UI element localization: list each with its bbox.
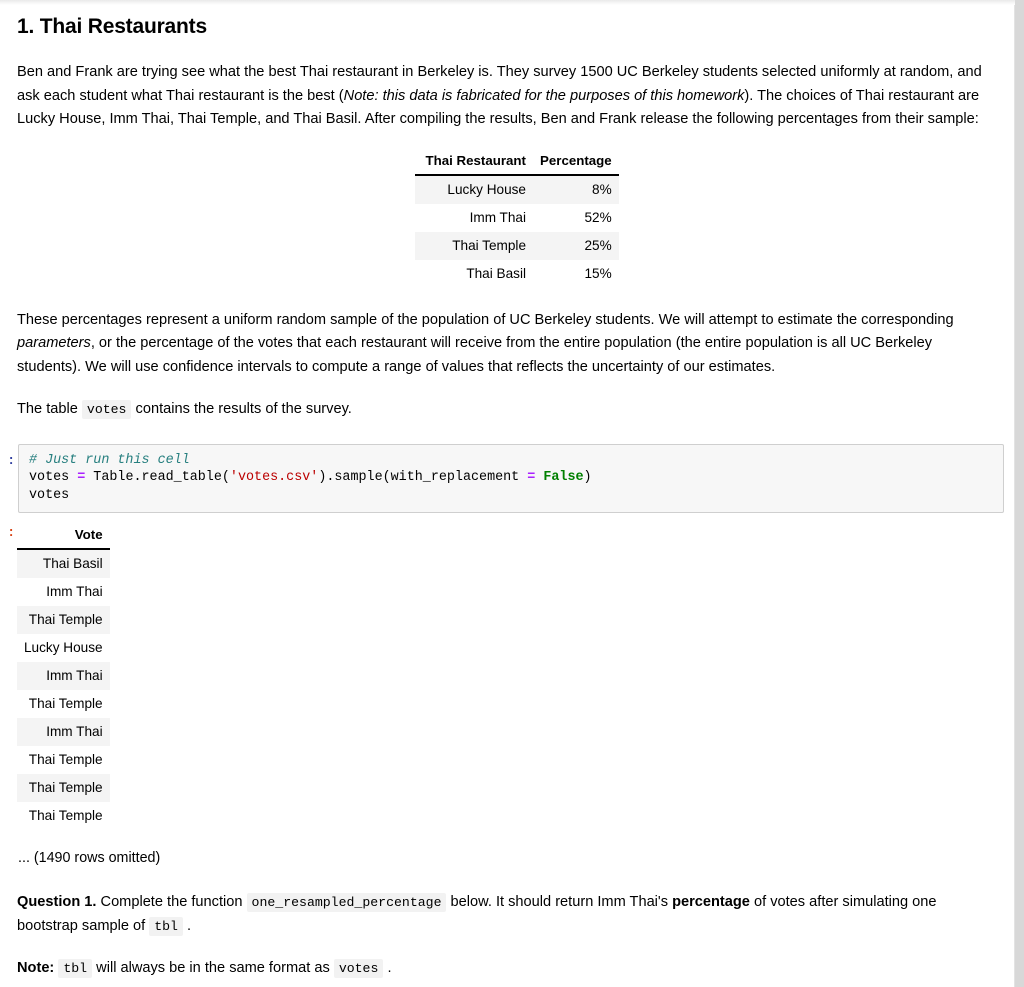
votes-table-head: Vote — [17, 523, 110, 551]
table-row: Thai Temple — [17, 774, 110, 803]
scroll-gutter-inner — [1008, 0, 1015, 987]
inline-code-votes: votes — [81, 400, 132, 420]
question-text-b: below. It should return Imm Thai's — [446, 894, 673, 911]
cell-vote: Thai Basil — [17, 549, 110, 579]
table-row: Thai Basil — [17, 549, 110, 579]
input-prompt: : — [7, 452, 15, 468]
intro-paragraph: Ben and Frank are trying see what the be… — [17, 61, 984, 132]
table-header-row: Thai Restaurant Percentage — [415, 148, 619, 176]
percentages-explanation-paragraph: These percentages represent a uniform ra… — [17, 309, 984, 380]
question-text-a: Complete the function — [96, 894, 247, 911]
cell-percentage: 52% — [533, 203, 619, 232]
explanation-text-a: These percentages represent a uniform ra… — [17, 311, 954, 328]
table-row: Thai Temple — [17, 802, 110, 831]
cell-vote: Thai Temple — [17, 746, 110, 775]
code-text: ).sample(with_replacement — [318, 470, 528, 486]
table-row: Lucky House 8% — [415, 174, 619, 204]
code-source: # Just run this cell votes = Table.read_… — [29, 452, 993, 505]
scrollbar-track[interactable] — [1015, 0, 1024, 987]
votes-table-body: Thai Basil Imm Thai Thai Temple Lucky Ho… — [17, 549, 110, 831]
question-1-paragraph: Question 1. Complete the function one_re… — [17, 891, 984, 938]
cell-vote: Thai Temple — [17, 774, 110, 803]
cell-vote: Imm Thai — [17, 718, 110, 747]
votes-table-wrapper: Vote Thai Basil Imm Thai Thai Temple Luc… — [17, 523, 984, 866]
cell-percentage: 15% — [533, 259, 619, 288]
table-row: Thai Temple — [17, 690, 110, 719]
note-text-b: will always be in the same format as — [92, 960, 334, 977]
question-text-d: . — [182, 917, 192, 934]
code-text: Table.read_table( — [85, 470, 230, 486]
cell-restaurant: Thai Temple — [415, 231, 533, 260]
explanation-text-b: , or the percentage of the votes that ea… — [17, 335, 933, 375]
code-text: votes — [29, 470, 78, 486]
votes-intro-a: The table — [17, 401, 82, 418]
inline-code-one-resampled-percentage: one_resampled_percentage — [246, 893, 447, 913]
column-header-restaurant: Thai Restaurant — [415, 148, 533, 176]
table-row: Thai Temple — [17, 746, 110, 775]
code-comment: # Just run this cell — [29, 452, 190, 468]
percentage-table-body: Lucky House 8% Imm Thai 52% Thai Temple … — [415, 174, 619, 288]
cell-vote: Thai Temple — [17, 606, 110, 635]
table-header-row: Vote — [17, 523, 110, 551]
note-text-c: . — [383, 960, 392, 977]
table-row: Imm Thai — [17, 718, 110, 747]
column-header-percentage: Percentage — [533, 148, 619, 176]
votes-intro-b: contains the results of the survey. — [131, 401, 352, 418]
code-text: votes — [29, 487, 70, 503]
percentage-table: Thai Restaurant Percentage Lucky House 8… — [415, 148, 619, 288]
output-prompt: : — [7, 525, 15, 541]
votes-table-intro-paragraph: The table votes contains the results of … — [17, 398, 984, 422]
cell-vote: Thai Temple — [17, 802, 110, 831]
cell-vote: Thai Temple — [17, 690, 110, 719]
table-row: Thai Temple — [17, 606, 110, 635]
notebook-page: 1. Thai Restaurants Ben and Frank are tr… — [0, 0, 1024, 987]
cell-output-votes: : Vote Thai Basil Imm Thai Thai Temple L… — [7, 523, 984, 866]
table-row: Imm Thai — [17, 578, 110, 607]
code-text: ) — [583, 470, 592, 486]
question-bold-percentage: percentage — [672, 894, 750, 911]
rows-omitted-label: ... (1490 rows omitted) — [18, 850, 161, 867]
cell-percentage: 25% — [533, 231, 619, 260]
intro-note-italic: Note: this data is fabricated for the pu… — [343, 87, 745, 104]
note-paragraph: Note: tbl will always be in the same for… — [17, 957, 984, 981]
column-header-vote: Vote — [17, 523, 110, 551]
percentage-table-head: Thai Restaurant Percentage — [415, 148, 619, 176]
inline-code-tbl: tbl — [149, 916, 183, 936]
note-label: Note: — [17, 960, 55, 977]
cell-vote: Lucky House — [17, 634, 110, 663]
cell-vote: Imm Thai — [17, 662, 110, 691]
table-row: Lucky House — [17, 634, 110, 663]
cell-restaurant: Lucky House — [415, 174, 533, 204]
inline-code-tbl-note: tbl — [58, 959, 93, 979]
cell-restaurant: Imm Thai — [415, 203, 533, 232]
parameters-italic: parameters — [17, 335, 91, 352]
inline-code-votes-note: votes — [333, 959, 384, 979]
cell-percentage: 8% — [533, 174, 619, 204]
cell-restaurant: Thai Basil — [415, 259, 533, 288]
page-top-edge — [0, 0, 1024, 5]
code-keyword-false: False — [543, 470, 584, 486]
table-row: Imm Thai 52% — [415, 203, 619, 232]
code-string: 'votes.csv' — [229, 470, 319, 486]
question-label: Question 1. — [17, 894, 97, 911]
votes-table: Vote Thai Basil Imm Thai Thai Temple Luc… — [17, 523, 110, 831]
table-row: Imm Thai — [17, 662, 110, 691]
cell-vote: Imm Thai — [17, 578, 110, 607]
notebook-content: 1. Thai Restaurants Ben and Frank are tr… — [0, 14, 1008, 987]
code-cell-load-votes[interactable]: : # Just run this cell votes = Table.rea… — [7, 443, 1004, 514]
code-editor-area[interactable]: # Just run this cell votes = Table.read_… — [18, 443, 1004, 514]
table-row: Thai Basil 15% — [415, 259, 619, 288]
table-row: Thai Temple 25% — [415, 231, 619, 260]
page-title: 1. Thai Restaurants — [17, 15, 207, 38]
percentage-table-wrapper: Thai Restaurant Percentage Lucky House 8… — [415, 148, 984, 288]
